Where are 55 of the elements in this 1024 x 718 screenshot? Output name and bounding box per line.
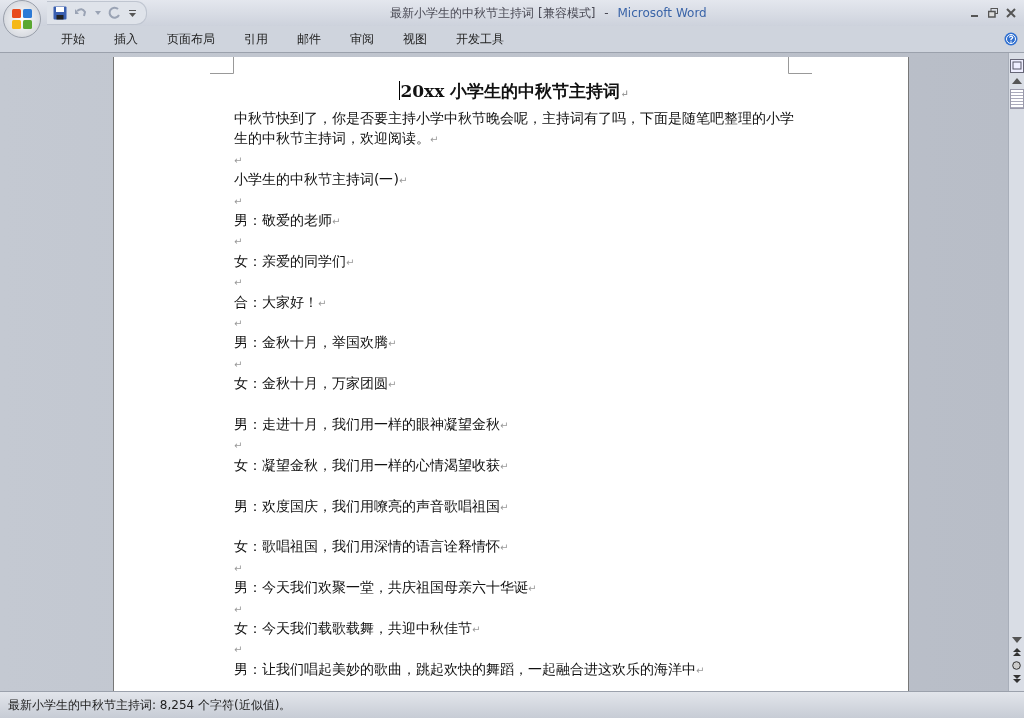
app-name: Microsoft Word [617, 5, 707, 20]
paragraph-mark: ↵ [234, 236, 243, 248]
paragraph-text: 男：敬爱的老师↵ [234, 212, 341, 228]
ribbon-tab[interactable]: 开发工具 [443, 27, 517, 51]
paragraph-text: 女：今天我们载歌载舞，共迎中秋佳节↵ [234, 619, 481, 636]
scroll-up-arrow-icon[interactable] [1011, 78, 1022, 84]
paragraph-mark: ↵ [234, 562, 243, 574]
title-separator: - [604, 5, 609, 20]
ribbon-tab[interactable]: 邮件 [284, 27, 334, 51]
paragraph-text: 中秋节快到了，你是否要主持小学中秋节晚会呢，主持词有了吗，下面是随笔吧整理的小学生的中秋节主持词，欢迎阅读。↵ [234, 110, 794, 147]
paragraph-mark: ↵ [234, 318, 243, 329]
paragraph-text: 男：让我们唱起美妙的歌曲，跳起欢快的舞蹈，一起融合进这欢乐的海洋中↵ [234, 660, 705, 677]
document-title: 最新小学生的中秋节主持词 [兼容模式] [390, 5, 596, 20]
next-page-icon[interactable] [1012, 675, 1021, 683]
office-button[interactable] [3, 0, 41, 38]
paragraph-text: 男：走进十月，我们用一样的眼神凝望金秋↵ [234, 416, 509, 432]
paragraph-text: 男：欢度国庆，我们用嘹亮的声音歌唱祖国↵ [234, 497, 509, 514]
paragraph-mark: ↵ [234, 644, 243, 656]
paragraph-text: 女：金秋十月，万家团圆↵ [234, 375, 397, 392]
paragraph-mark: ↵ [234, 440, 243, 452]
previous-page-icon[interactable] [1012, 648, 1021, 656]
ribbon-tab[interactable]: 开始 [48, 27, 98, 51]
paragraph-mark: ↵ [620, 88, 629, 99]
paragraph-text: 女：歌唱祖国，我们用深情的语言诠释情怀↵ [234, 538, 509, 555]
paragraph-mark: ↵ [234, 358, 243, 370]
restore-icon[interactable] [988, 8, 998, 18]
close-icon[interactable] [1006, 8, 1016, 18]
logo [9, 6, 35, 32]
ruler-toggle-icon[interactable] [1009, 59, 1024, 73]
ribbon-tab[interactable]: 插入 [101, 27, 151, 51]
ribbon-tab[interactable]: 页面布局 [154, 27, 228, 51]
save-icon[interactable] [53, 6, 67, 20]
vertical-scrollbar[interactable] [1008, 53, 1024, 691]
customize-toolbar-icon[interactable] [129, 9, 136, 17]
paragraph-text: 男：金秋十月，举国欢腾↵ [234, 334, 397, 351]
paragraph-mark: ↵ [234, 603, 243, 615]
ribbon-tab[interactable]: 审阅 [337, 27, 387, 51]
help-icon[interactable] [1004, 32, 1018, 46]
crop-mark-icon [210, 57, 234, 74]
paragraph-text: 合：大家好！↵ [234, 293, 327, 310]
browse-object-icon[interactable] [1012, 661, 1021, 670]
status-text: 最新小学生的中秋节主持词: 8,254 个字符(近似值)。 [8, 696, 292, 714]
paragraph-text: 女：亲爱的同学们↵ [234, 252, 355, 269]
ribbon-tab[interactable]: 视图 [390, 27, 440, 51]
ribbon-tab[interactable]: 引用 [231, 27, 281, 51]
document-heading: 20xx 小学生的中秋节主持词 [400, 81, 621, 101]
paragraph-mark: ↵ [234, 154, 243, 166]
paragraph-text: 女：凝望金秋，我们用一样的心情渴望收获↵ [234, 456, 509, 473]
paragraph-text: 小学生的中秋节主持词(一)↵ [234, 171, 408, 188]
paragraph-mark: ↵ [234, 195, 243, 207]
crop-mark-icon [788, 57, 812, 74]
paragraph-mark: ↵ [234, 277, 243, 289]
paragraph-text: 男：今天我们欢聚一堂，共庆祖国母亲六十华诞↵ [234, 579, 537, 596]
scroll-thumb[interactable] [1009, 89, 1024, 109]
scroll-down-arrow-icon[interactable] [1011, 637, 1022, 643]
